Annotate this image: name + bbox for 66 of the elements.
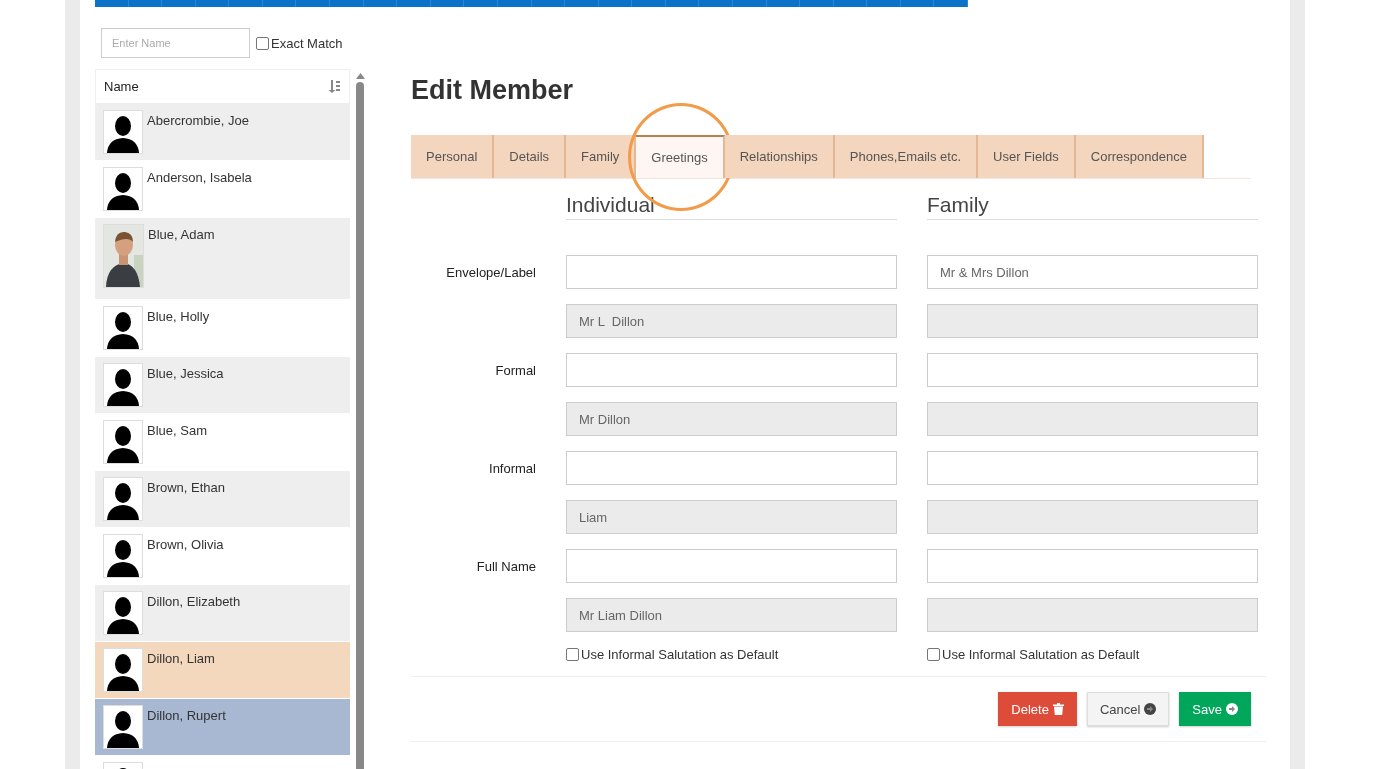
input-field[interactable]: [566, 353, 897, 387]
member-row[interactable]: Blue, Adam: [95, 218, 351, 300]
member-row[interactable]: Dillon, Rupert: [95, 699, 351, 756]
checkbox[interactable]: [566, 648, 579, 661]
tab[interactable]: Personal: [411, 135, 495, 178]
computed-field[interactable]: [927, 500, 1258, 534]
member-row[interactable]: Dillon, Elizabeth: [95, 585, 351, 642]
member-row[interactable]: Brown, Ethan: [95, 471, 351, 528]
tab[interactable]: User Fields: [978, 135, 1076, 178]
arrow-right-icon: [1226, 703, 1238, 715]
computed-field[interactable]: Liam: [566, 500, 897, 534]
field-label: Informal: [488, 460, 536, 476]
computed-field[interactable]: [927, 304, 1258, 338]
member-name: Brown, Ethan: [147, 480, 226, 495]
computed-field[interactable]: Mr Dillon: [566, 402, 897, 436]
field-label: Formal: [494, 362, 536, 378]
tab[interactable]: Details: [494, 135, 567, 178]
computed-field[interactable]: [927, 598, 1258, 632]
checkbox[interactable]: [927, 648, 940, 661]
member-name: Blue, Sam: [147, 423, 207, 438]
member-row[interactable]: Blue, Jessica: [95, 357, 351, 414]
tab[interactable]: Correspondence: [1075, 135, 1204, 178]
scroll-up-icon[interactable]: [355, 73, 365, 79]
member-name: Dillon, Elizabeth: [147, 594, 241, 609]
member-name: Blue, Adam: [148, 227, 215, 242]
input-field[interactable]: [566, 451, 897, 485]
computed-field[interactable]: [927, 402, 1258, 436]
checkbox-label: Use Informal Salutation as Default: [581, 647, 779, 662]
field-label: Full Name: [475, 558, 536, 574]
member-row[interactable]: Dillon, Liam: [95, 642, 351, 699]
checkbox-label: Exact Match: [271, 35, 343, 51]
checkbox-label: Use Informal Salutation as Default: [942, 647, 1140, 662]
trash-icon: [1052, 703, 1064, 715]
tab[interactable]: Greetings: [636, 135, 725, 178]
member-row[interactable]: Abercrombie, Joe: [95, 104, 351, 161]
member-name: Abercrombie, Joe: [147, 113, 249, 128]
member-name: Anderson, Isabela: [147, 170, 252, 185]
tab[interactable]: Phones,Emails etc.: [834, 135, 979, 178]
member-name: Dillon, Liam: [147, 651, 215, 666]
name-search-field[interactable]: Enter Name: [101, 28, 250, 58]
sort-icon: [328, 80, 342, 93]
delete-button[interactable]: Delete: [998, 692, 1077, 726]
input-field[interactable]: [927, 549, 1258, 583]
member-name: Blue, Holly: [147, 309, 210, 324]
column-heading: Family: [927, 193, 1258, 220]
field-label: Envelope/Label: [445, 264, 536, 280]
page-title: Edit Member: [411, 74, 575, 107]
checkbox[interactable]: [256, 36, 269, 50]
input-field[interactable]: [927, 353, 1258, 387]
cancel-button[interactable]: Cancel: [1086, 692, 1170, 726]
tab[interactable]: Relationships: [724, 135, 835, 178]
input-field[interactable]: [566, 255, 897, 289]
input-field[interactable]: [927, 451, 1258, 485]
computed-field[interactable]: Mr Liam Dillon: [566, 598, 897, 632]
member-name: Dillon, Rupert: [147, 708, 226, 723]
column-title: Name: [104, 79, 139, 94]
input-field[interactable]: [566, 549, 897, 583]
member-name: Blue, Jessica: [147, 366, 224, 381]
member-name: Brown, Olivia: [147, 537, 224, 552]
column-heading: Individual: [566, 193, 897, 220]
computed-field[interactable]: Mr L Dillon: [566, 304, 897, 338]
input-field[interactable]: Mr & Mrs Dillon: [927, 255, 1258, 289]
arrow-right-icon: [1144, 703, 1157, 715]
list-header[interactable]: Name: [95, 69, 351, 104]
tab[interactable]: Family: [566, 135, 637, 178]
scrollbar-thumb[interactable]: [356, 82, 365, 769]
